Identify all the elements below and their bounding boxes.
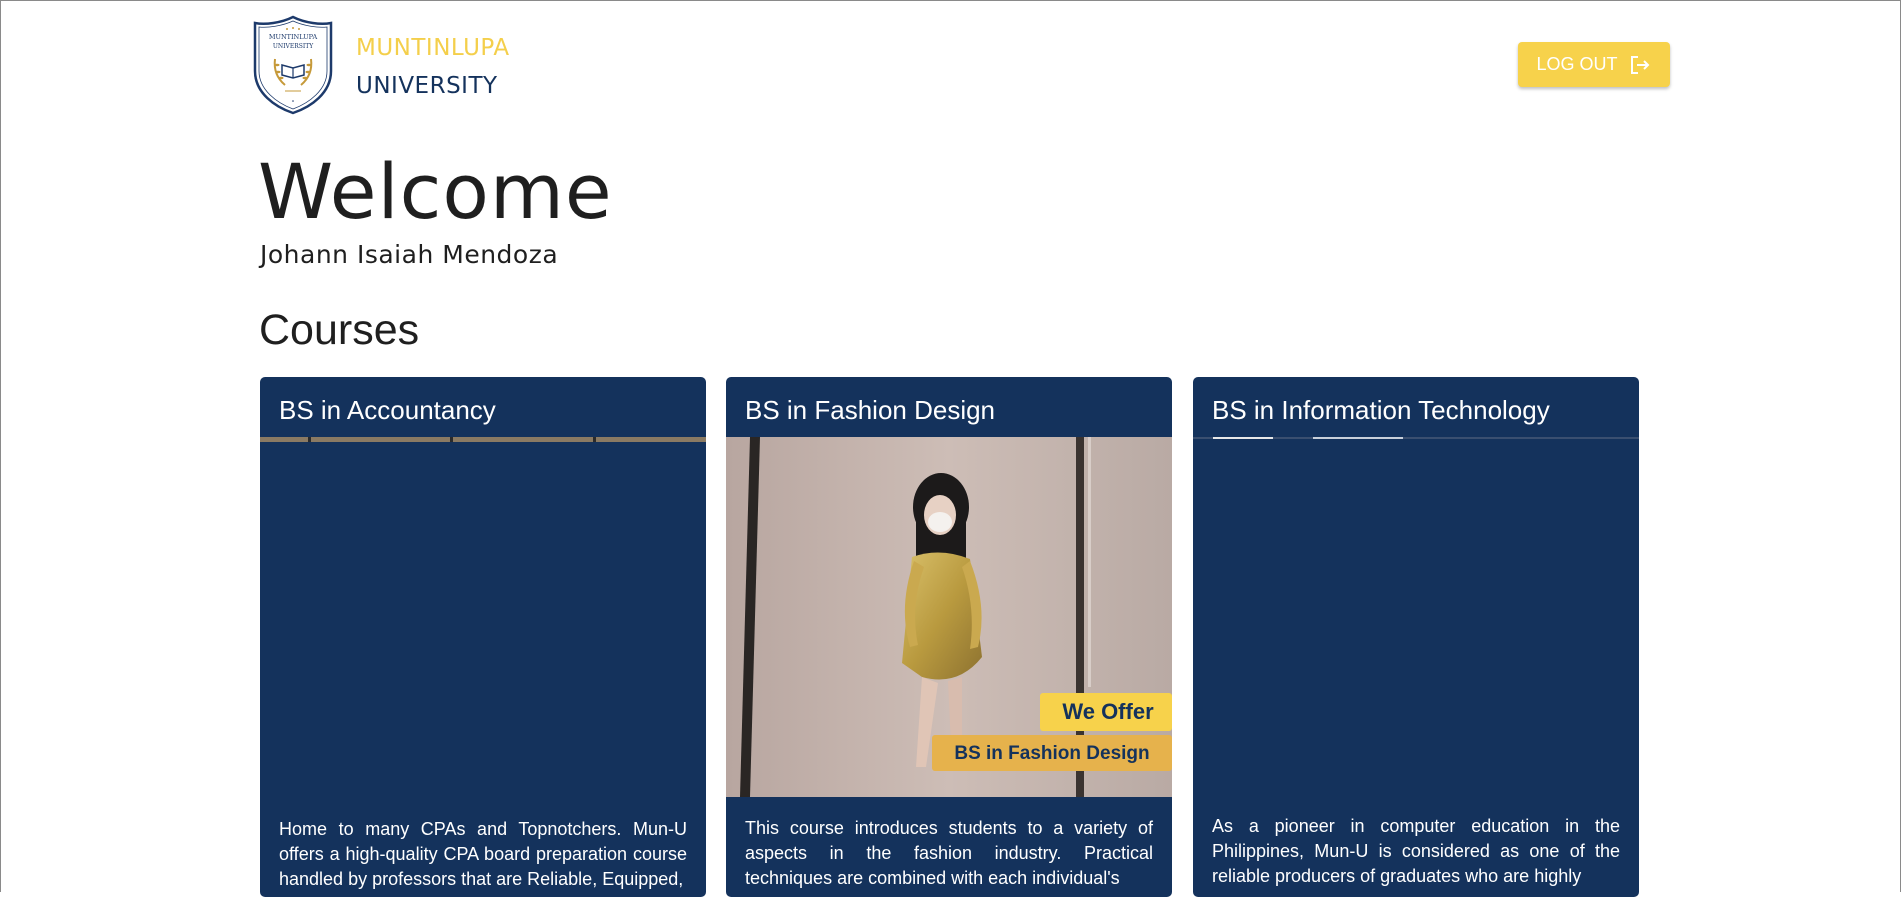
course-title: BS in Accountancy [279,395,496,425]
logout-icon [1630,55,1649,74]
course-image-fashion-design: We Offer BS in Fashion Design [726,437,1172,797]
course-description: Home to many CPAs and Topnotchers. Mun-U… [279,819,687,889]
brand-name-bottom: UNIVERSITY [356,73,498,99]
course-description: This course introduces students to a var… [745,818,1153,888]
course-description: As a pioneer in computer education in th… [1212,816,1620,886]
course-image-information-technology [1193,437,1639,797]
course-image-accountancy [260,437,706,797]
offer-badge-top: We Offer [1062,699,1154,724]
top-header: MUNTINLUPA UNIVERSITY MUNTINLUPA UNIVERS… [1,1,1901,121]
logout-button[interactable]: LOG OUT [1518,42,1670,87]
brand-name[interactable]: MUNTINLUPA UNIVERSITY [356,29,510,105]
welcome-heading: Welcome [258,147,613,236]
courses-heading: Courses [259,306,420,354]
logout-label: LOG OUT [1536,54,1618,74]
course-card-accountancy[interactable]: BS in Accountancy Home to many CPAs and … [260,377,706,897]
university-logo[interactable]: MUNTINLUPA UNIVERSITY [251,15,335,115]
course-card-information-technology[interactable]: BS in Information Technology As a pionee… [1193,377,1639,897]
university-crest-icon: MUNTINLUPA UNIVERSITY [253,15,333,115]
user-name: Johann Isaiah Mendoza [260,240,559,269]
course-title: BS in Information Technology [1212,395,1550,425]
offer-badge-bottom: BS in Fashion Design [954,743,1149,764]
course-card-fashion-design[interactable]: BS in Fashion Design We Offer BS in Fash… [726,377,1172,897]
course-title: BS in Fashion Design [745,395,996,425]
brand-name-top: MUNTINLUPA [356,35,510,61]
logo-arc-text: MUNTINLUPA [269,33,318,41]
logo-banner-text: UNIVERSITY [273,43,314,50]
